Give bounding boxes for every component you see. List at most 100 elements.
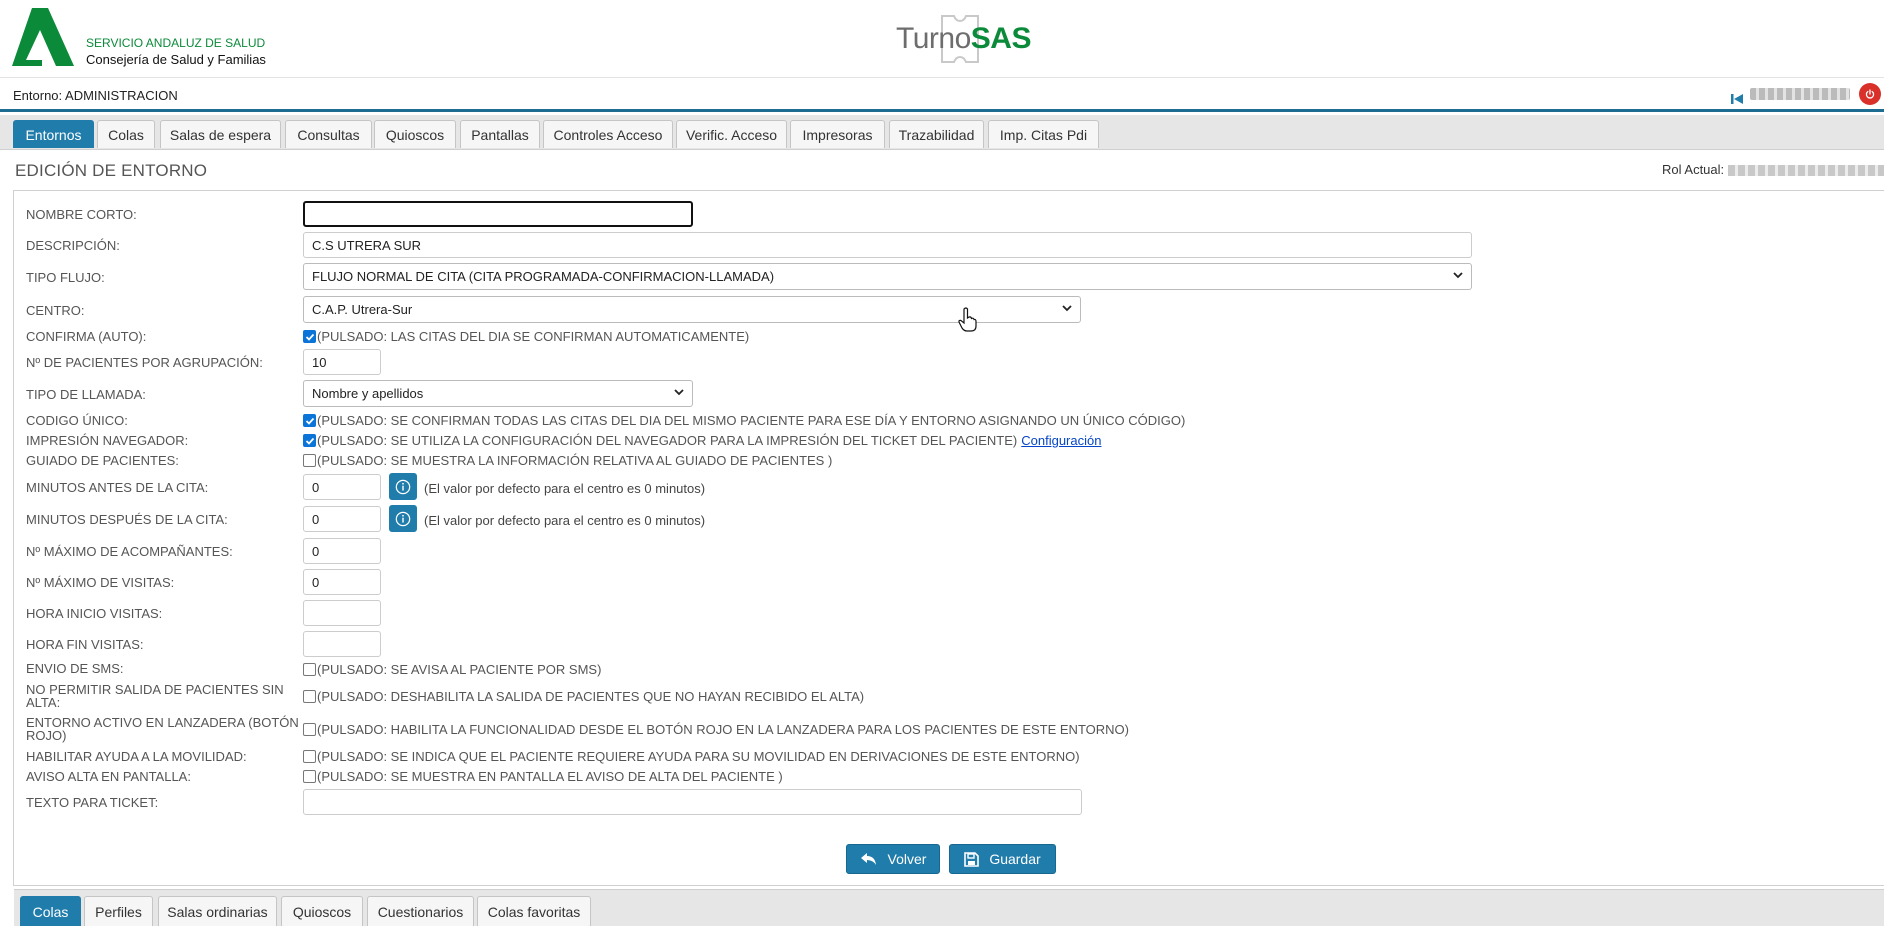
impresion-navegador-description: (PULSADO: SE UTILIZA LA CONFIGURACIÓN DE… [317,433,1018,448]
tab-quioscos[interactable]: Quioscos [374,120,456,148]
hora-fin-input[interactable] [303,631,381,657]
tipo-llamada-value: Nombre y apellidos [312,386,424,401]
subtab-colas[interactable]: Colas [20,896,81,926]
lanzadera-checkbox[interactable] [303,723,316,736]
environment-bar: Entorno: ADMINISTRACION [0,79,1884,112]
label-hora-inicio: HORA INICIO VISITAS: [26,606,163,621]
aviso-alta-checkbox[interactable] [303,770,316,783]
descripcion-input[interactable] [303,232,1472,258]
codigo-unico-description: (PULSADO: SE CONFIRMAN TODAS LAS CITAS D… [317,413,1186,428]
tab-impresoras[interactable]: Impresoras [790,120,885,148]
label-texto-ticket: TEXTO PARA TICKET: [26,795,159,810]
app-header: SERVICIO ANDALUZ DE SALUD Consejería de … [0,0,1884,78]
org-name-line1: SERVICIO ANDALUZ DE SALUD [86,36,266,50]
confirma-auto-row: (PULSADO: LAS CITAS DEL DIA SE CONFIRMAN… [303,329,749,344]
skip-back-icon[interactable] [1730,92,1744,106]
org-name-line2: Consejería de Salud y Familias [86,52,266,67]
guiado-row: (PULSADO: SE MUESTRA LA INFORMACIÓN RELA… [303,453,832,468]
info-icon [395,479,411,494]
minutos-despues-input[interactable] [303,506,381,532]
subtab-perfiles[interactable]: Perfiles [84,896,153,926]
chevron-down-icon [1453,272,1463,279]
hora-inicio-input[interactable] [303,600,381,626]
no-salida-description: (PULSADO: DESHABILITA LA SALIDA DE PACIE… [317,689,865,704]
minutos-antes-info-button[interactable] [389,473,417,500]
label-max-acompanantes: Nº MÁXIMO DE ACOMPAÑANTES: [26,544,233,559]
max-visitas-input[interactable] [303,569,381,595]
sub-tab-bar: Colas Perfiles Salas ordinarias Quioscos… [14,889,1884,926]
label-tipo-llamada: TIPO DE LLAMADA: [26,387,146,402]
minutos-despues-info-button[interactable] [389,505,417,532]
tab-imp-citas-pdi[interactable]: Imp. Citas Pdi [988,120,1099,148]
label-max-visitas: Nº MÁXIMO DE VISITAS: [26,575,175,590]
subtab-colas-favoritas[interactable]: Colas favoritas [477,896,591,926]
tab-trazabilidad[interactable]: Trazabilidad [889,120,984,148]
chevron-down-icon [674,389,684,396]
guiado-description: (PULSADO: SE MUESTRA LA INFORMACIÓN RELA… [317,453,833,468]
tab-entornos[interactable]: Entornos [13,120,94,148]
minutos-antes-hint: (El valor por defecto para el centro es … [424,481,706,496]
no-salida-checkbox[interactable] [303,690,316,703]
junta-andalucia-logo [12,8,74,66]
check-icon [305,437,314,445]
envio-sms-checkbox[interactable] [303,663,316,676]
subtab-salas-ordinarias[interactable]: Salas ordinarias [158,896,277,926]
no-salida-row: (PULSADO: DESHABILITA LA SALIDA DE PACIE… [303,689,864,704]
label-aviso-alta: AVISO ALTA EN PANTALLA: [26,769,191,784]
current-role-label: Rol Actual: [1662,162,1725,177]
codigo-unico-checkbox[interactable] [303,414,316,427]
logout-button[interactable] [1859,83,1881,105]
label-codigo-unico: CODIGO ÚNICO: [26,413,128,428]
tab-verific-acceso[interactable]: Verific. Acceso [676,120,787,148]
tipo-flujo-select[interactable]: FLUJO NORMAL DE CITA (CITA PROGRAMADA-CO… [303,263,1472,290]
nombre-corto-input[interactable] [303,201,693,227]
label-descripcion: DESCRIPCIÓN: [26,238,120,253]
subtab-quioscos[interactable]: Quioscos [281,896,363,926]
save-button[interactable]: Guardar [949,844,1056,874]
tab-salas-espera[interactable]: Salas de espera [160,120,281,148]
app-name: TurnoSAS [896,22,1031,55]
tab-colas[interactable]: Colas [97,120,155,148]
label-nombre-corto: NOMBRE CORTO: [26,207,137,222]
subtab-cuestionarios[interactable]: Cuestionarios [367,896,474,926]
pacientes-agrupacion-input[interactable] [303,349,381,375]
minutos-despues-hint: (El valor por defecto para el centro es … [424,513,706,528]
back-button[interactable]: Volver [846,844,940,874]
environment-label: Entorno: ADMINISTRACION [13,88,178,103]
confirma-auto-checkbox[interactable] [303,330,316,343]
guiado-checkbox[interactable] [303,454,316,467]
main-tab-bar: Entornos Colas Salas de espera Consultas… [0,115,1884,150]
confirma-auto-description: (PULSADO: LAS CITAS DEL DIA SE CONFIRMAN… [317,329,750,344]
max-acompanantes-input[interactable] [303,538,381,564]
label-no-salida: NO PERMITIR SALIDA DE PACIENTES SIN ALTA: [26,682,284,710]
aviso-alta-row: (PULSADO: SE MUESTRA EN PANTALLA EL AVIS… [303,769,783,784]
envio-sms-row: (PULSADO: SE AVISA AL PACIENTE POR SMS) [303,662,601,677]
impresion-navegador-checkbox[interactable] [303,434,316,447]
user-name-redacted [1750,88,1850,100]
configuracion-link[interactable]: Configuración [1021,433,1101,448]
current-role-redacted [1728,165,1884,176]
label-lanzadera: ENTORNO ACTIVO EN LANZADERA (BOTÓN ROJO) [26,715,299,743]
movilidad-row: (PULSADO: SE INDICA QUE EL PACIENTE REQU… [303,749,1080,764]
envio-sms-description: (PULSADO: SE AVISA AL PACIENTE POR SMS) [317,662,602,677]
check-icon [305,417,314,425]
texto-ticket-input[interactable] [303,789,1082,815]
label-centro: CENTRO: [26,303,85,318]
label-pacientes-agrupacion: Nº DE PACIENTES POR AGRUPACIÓN: [26,355,263,370]
undo-arrow-icon [860,853,876,865]
label-impresion-navegador: IMPRESIÓN NAVEGADOR: [26,433,189,448]
tab-pantallas[interactable]: Pantallas [460,120,540,148]
edit-environment-form [13,190,1884,886]
info-icon [395,511,411,526]
movilidad-checkbox[interactable] [303,750,316,763]
chevron-down-icon [1062,305,1072,312]
tab-consultas[interactable]: Consultas [285,120,372,148]
tipo-flujo-value: FLUJO NORMAL DE CITA (CITA PROGRAMADA-CO… [312,269,775,284]
label-movilidad: HABILITAR AYUDA A LA MOVILIDAD: [26,749,247,764]
tipo-llamada-select[interactable]: Nombre y apellidos [303,380,693,407]
label-hora-fin: HORA FIN VISITAS: [26,637,144,652]
check-icon [305,333,314,341]
minutos-antes-input[interactable] [303,474,381,500]
tab-controles-acceso[interactable]: Controles Acceso [543,120,673,148]
aviso-alta-description: (PULSADO: SE MUESTRA EN PANTALLA EL AVIS… [317,769,783,784]
